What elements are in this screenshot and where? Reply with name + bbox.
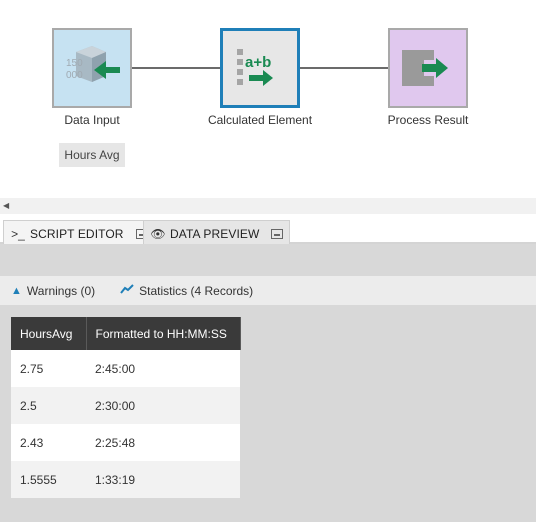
- node-box[interactable]: 150 000: [52, 28, 132, 108]
- table-cell: 2.43: [11, 424, 86, 461]
- node-box[interactable]: [388, 28, 468, 108]
- node-label: Data Input: [64, 113, 120, 127]
- horizontal-scrollbar[interactable]: ◀: [0, 198, 536, 214]
- data-input-tag[interactable]: Hours Avg: [59, 143, 125, 167]
- data-preview-panel: ▲ Warnings (0) Statistics (4 Records) Ho…: [0, 244, 536, 522]
- tab-script-editor[interactable]: >_ SCRIPT EDITOR: [3, 220, 155, 246]
- eye-icon: 👁: [150, 226, 166, 241]
- node-data-input[interactable]: 150 000 Data Input: [52, 28, 132, 127]
- svg-text:000: 000: [66, 70, 83, 81]
- table-cell: 2:25:48: [86, 424, 240, 461]
- tab-strip: >_ SCRIPT EDITOR 👁 DATA PREVIEW: [0, 214, 536, 246]
- table-row: 1.5555 1:33:19: [11, 461, 240, 498]
- data-table: HoursAvg Formatted to HH:MM:SS 2.75 2:45…: [11, 317, 241, 498]
- tab-label: DATA PREVIEW: [170, 226, 260, 241]
- table-cell: 1:33:19: [86, 461, 240, 498]
- node-box[interactable]: a+b: [220, 28, 300, 108]
- flow-canvas[interactable]: 150 000 Data Input a+b Calculated Elemen…: [0, 0, 536, 198]
- process-result-icon: [402, 50, 448, 86]
- svg-text:a+b: a+b: [245, 54, 271, 71]
- svg-text:150: 150: [66, 58, 83, 69]
- table-cell: 2:45:00: [86, 350, 240, 387]
- trend-line-icon: [120, 284, 134, 297]
- table-cell: 2.75: [11, 350, 86, 387]
- column-header[interactable]: HoursAvg: [11, 317, 87, 350]
- table-header-row: HoursAvg Formatted to HH:MM:SS: [11, 317, 241, 350]
- warning-triangle-icon: ▲: [11, 284, 22, 297]
- tab-label: SCRIPT EDITOR: [30, 226, 124, 241]
- scroll-left-icon[interactable]: ◀: [3, 201, 9, 211]
- connector-line: [132, 67, 220, 69]
- table-cell: 2:30:00: [86, 387, 240, 424]
- calculated-element-icon: a+b: [237, 49, 273, 86]
- table-cell: 1.5555: [11, 461, 86, 498]
- warnings-label: Warnings (0): [26, 283, 96, 298]
- connector-line: [300, 67, 390, 69]
- statistics-link[interactable]: Statistics (4 Records): [120, 284, 253, 298]
- status-bar: ▲ Warnings (0) Statistics (4 Records): [0, 276, 536, 305]
- tab-data-preview[interactable]: 👁 DATA PREVIEW: [143, 220, 291, 246]
- column-header[interactable]: Formatted to HH:MM:SS: [86, 317, 241, 350]
- minimize-icon[interactable]: [271, 228, 284, 239]
- table-row: 2.5 2:30:00: [11, 387, 240, 424]
- table-row: 2.43 2:25:48: [11, 424, 240, 461]
- node-label: Calculated Element: [207, 113, 313, 127]
- warnings-link[interactable]: ▲ Warnings (0): [11, 284, 95, 298]
- terminal-icon: >_: [11, 226, 25, 241]
- node-calculated-element[interactable]: a+b Calculated Element: [208, 28, 312, 127]
- node-process-result[interactable]: Process Result: [388, 28, 468, 127]
- statistics-label: Statistics (4 Records): [139, 283, 254, 298]
- table-row: 2.75 2:45:00: [11, 350, 240, 387]
- node-label: Process Result: [387, 113, 469, 127]
- table-cell: 2.5: [11, 387, 86, 424]
- data-input-icon: 150 000: [66, 46, 120, 82]
